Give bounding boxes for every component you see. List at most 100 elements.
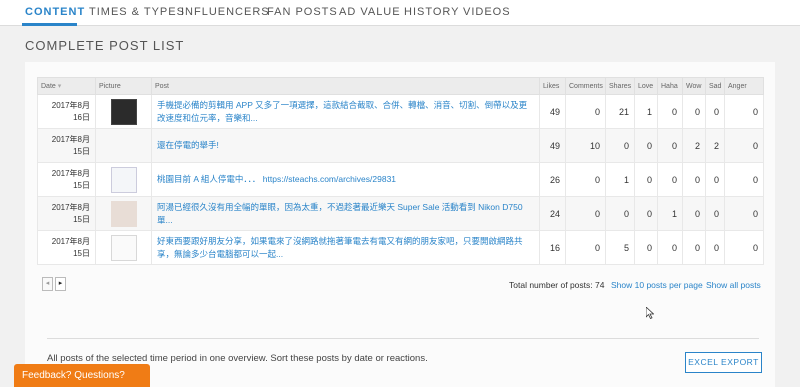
post-link[interactable]: 還在停電的舉手! [151,128,540,163]
likes-header[interactable]: Likes [539,77,566,95]
sad-header[interactable]: Sad [705,77,725,95]
picture-header: Picture [95,77,152,95]
shares-header[interactable]: Shares [605,77,635,95]
post-date: 2017年8月15日 [37,230,96,265]
shares-count: 0 [605,196,635,231]
tab-history[interactable]: HISTORY [404,6,460,18]
tab-content[interactable]: CONTENT [25,6,85,18]
likes-count: 49 [539,128,566,163]
post-link[interactable]: 手機提必備的剪輯用 APP 又多了一項選擇，這款結合截取、合併、轉檔、消音、切割… [151,94,540,129]
table-row: 2017年8月15日 還在停電的舉手! 49 10 0 0 0 2 2 0 [37,128,764,163]
feedback-button[interactable]: Feedback? Questions? [14,364,150,387]
table-row: 2017年8月15日 阿湯已經很久沒有用全幅的單眼，因為太重，不過趁著最近樂天 … [37,196,764,231]
show-10-posts-link[interactable]: Show 10 posts per page [611,280,703,290]
shares-count: 1 [605,162,635,197]
wow-count: 2 [682,128,706,163]
post-link[interactable]: 好東西要跟好朋友分享，如果電來了沒網路就拖著筆電去有電又有網的朋友家吧，只要開啟… [151,230,540,265]
table-row: 2017年8月16日 手機提必備的剪輯用 APP 又多了一項選擇，這款結合截取、… [37,94,764,129]
wow-count: 0 [682,94,706,129]
post-date: 2017年8月15日 [37,162,96,197]
anger-count: 0 [724,196,764,231]
love-header[interactable]: Love [634,77,658,95]
likes-count: 49 [539,94,566,129]
haha-count: 0 [657,94,683,129]
likes-count: 16 [539,230,566,265]
love-count: 0 [634,230,658,265]
haha-count: 0 [657,128,683,163]
tab-influencers[interactable]: INFLUENCERS [181,6,270,18]
date-header-label: Date [41,83,56,90]
wow-count: 0 [682,230,706,265]
sad-count: 0 [705,196,725,231]
sad-count: 0 [705,94,725,129]
post-list-panel: Date ▾ Picture Post Likes Comments Share… [25,62,775,387]
table-row: 2017年8月15日 好東西要跟好朋友分享，如果電來了沒網路就拖著筆電去有電又有… [37,230,764,265]
love-count: 0 [634,128,658,163]
love-count: 0 [634,196,658,231]
post-date: 2017年8月16日 [37,94,96,129]
comments-count: 0 [565,162,606,197]
wow-count: 0 [682,196,706,231]
post-picture [95,94,152,129]
shares-count: 21 [605,94,635,129]
post-date: 2017年8月15日 [37,196,96,231]
post-thumbnail[interactable] [110,98,137,125]
post-picture [95,128,152,163]
love-count: 0 [634,162,658,197]
post-thumbnail[interactable] [110,166,137,193]
sad-count: 2 [705,128,725,163]
post-header: Post [151,77,540,95]
shares-count: 5 [605,230,635,265]
shares-count: 0 [605,128,635,163]
post-thumbnail[interactable] [110,234,137,261]
excel-export-button[interactable]: EXCEL EXPORT [685,352,762,373]
section-description: All posts of the selected time period in… [47,353,428,364]
next-page-button[interactable]: ▸ [55,277,66,291]
likes-count: 26 [539,162,566,197]
table-header-row: Date ▾ Picture Post Likes Comments Share… [37,77,764,95]
date-header[interactable]: Date ▾ [37,77,96,95]
comments-count: 0 [565,94,606,129]
love-count: 1 [634,94,658,129]
post-link[interactable]: 阿湯已經很久沒有用全幅的單眼，因為太重，不過趁著最近樂天 Super Sale … [151,196,540,231]
post-picture [95,230,152,265]
total-posts-count: Total number of posts: 74 [509,280,605,290]
likes-count: 24 [539,196,566,231]
sort-icon: ▾ [57,83,62,90]
show-all-posts-link[interactable]: Show all posts [706,280,761,290]
post-thumbnail[interactable] [110,200,137,227]
comments-count: 10 [565,128,606,163]
post-link[interactable]: 桃園目前 A 組人停電中．．． https://steachs.com/arch… [151,162,540,197]
mouse-cursor-icon [646,307,654,319]
table-row: 2017年8月15日 桃園目前 A 組人停電中．．． https://steac… [37,162,764,197]
post-date: 2017年8月15日 [37,128,96,163]
top-navigation: CONTENT TIMES & TYPES INFLUENCERS FAN PO… [0,0,800,26]
post-picture [95,196,152,231]
tab-fan-posts[interactable]: FAN POSTS [267,6,338,18]
post-table: Date ▾ Picture Post Likes Comments Share… [37,77,764,265]
wow-header[interactable]: Wow [682,77,706,95]
tab-times-types[interactable]: TIMES & TYPES [89,6,185,18]
tab-ad-value[interactable]: AD VALUE [339,6,401,18]
anger-count: 0 [724,162,764,197]
comments-count: 0 [565,196,606,231]
section-divider [47,338,759,339]
sad-count: 0 [705,230,725,265]
anger-count: 0 [724,230,764,265]
wow-count: 0 [682,162,706,197]
post-picture [95,162,152,197]
tab-videos[interactable]: VIDEOS [463,6,511,18]
active-tab-indicator [22,23,77,26]
haha-header[interactable]: Haha [657,77,683,95]
anger-header[interactable]: Anger [724,77,764,95]
anger-count: 0 [724,94,764,129]
page-title: COMPLETE POST LIST [25,38,185,53]
haha-count: 0 [657,230,683,265]
anger-count: 0 [724,128,764,163]
haha-count: 0 [657,162,683,197]
comments-header[interactable]: Comments [565,77,606,95]
previous-page-button[interactable]: ◂ [42,277,53,291]
comments-count: 0 [565,230,606,265]
haha-count: 1 [657,196,683,231]
sad-count: 0 [705,162,725,197]
